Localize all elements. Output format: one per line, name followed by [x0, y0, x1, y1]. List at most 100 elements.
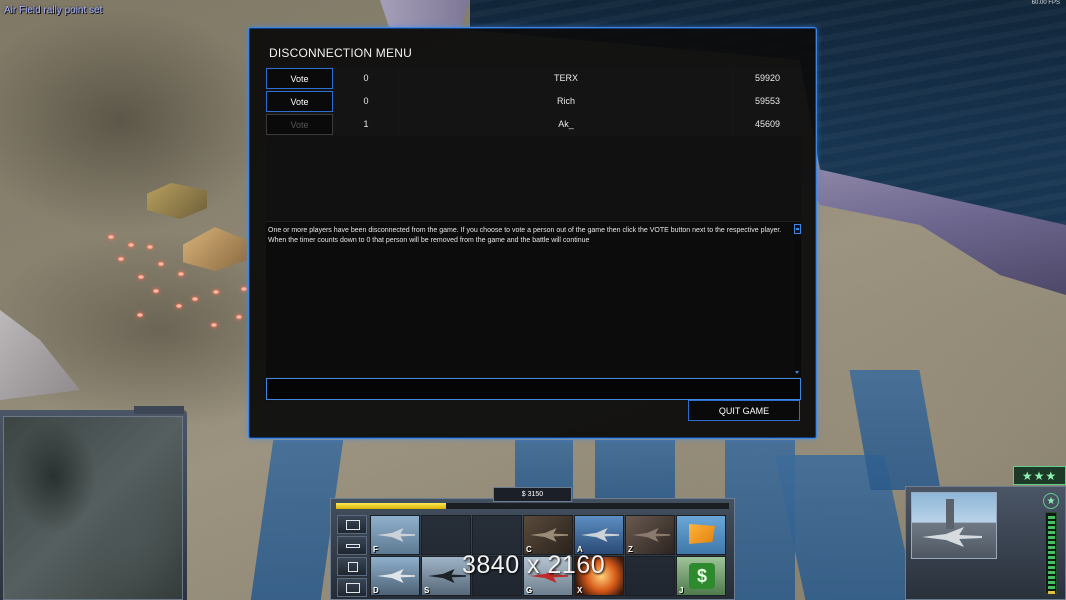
- build-slot[interactable]: F: [370, 515, 420, 555]
- scroll-thumb[interactable]: [794, 224, 801, 234]
- unit-marker: [158, 262, 164, 266]
- hotkey-label: S: [424, 586, 430, 595]
- player-timer: 45609: [734, 113, 801, 135]
- radar-tab: [134, 406, 184, 414]
- build-slot[interactable]: Z: [625, 515, 675, 555]
- rally-point-message: Air Field rally point set: [4, 5, 103, 16]
- resolution-watermark: 3840 x 2160: [462, 551, 606, 579]
- unit-marker: [241, 287, 247, 291]
- health-segment: [1048, 526, 1055, 529]
- build-slot[interactable]: $ J: [676, 556, 726, 596]
- stealth-bomber-icon: [428, 569, 466, 583]
- health-segment: [1048, 556, 1055, 559]
- health-segment: [1048, 571, 1055, 574]
- options-button[interactable]: [337, 515, 367, 534]
- quit-game-button[interactable]: QUIT GAME: [688, 400, 800, 421]
- vote-count: 1: [334, 113, 398, 135]
- health-segment: [1048, 591, 1055, 594]
- player-row: Vote 0 TERX 59920: [266, 67, 801, 89]
- player-row: Vote 0 Rich 59553: [266, 90, 801, 112]
- rock-outcrop: [0, 310, 80, 400]
- unit-marker: [137, 313, 143, 317]
- health-segment: [1048, 561, 1055, 564]
- helicopter-icon: [377, 569, 415, 583]
- keyboard-icon: [346, 583, 360, 593]
- vote-button[interactable]: Vote: [266, 91, 333, 112]
- power-bar-fill: [336, 503, 447, 509]
- power-bar: [336, 503, 729, 509]
- unit-portrait[interactable]: [911, 492, 997, 559]
- empty-slot: [625, 556, 675, 596]
- scroll-down-icon[interactable]: [794, 370, 801, 376]
- unit-marker: [153, 289, 159, 293]
- unit-marker: [211, 323, 217, 327]
- unit-marker: [178, 272, 184, 276]
- runway-stripe: [595, 440, 675, 500]
- hotkey-label: G: [526, 586, 533, 595]
- veterancy-star-icon: ★: [1043, 493, 1059, 509]
- unit-marker: [138, 275, 144, 279]
- build-slot[interactable]: [676, 515, 726, 555]
- airfield-tower: [946, 499, 954, 529]
- chat-input[interactable]: [266, 378, 801, 400]
- unit-marker: [128, 243, 134, 247]
- fighter-jet-icon: [581, 528, 619, 542]
- alert-icon: [348, 562, 358, 572]
- rank-stars: ★★★: [1013, 466, 1066, 485]
- health-segment: [1048, 516, 1055, 519]
- vote-count: 0: [334, 67, 398, 89]
- cliff-top: [380, 0, 470, 30]
- build-slot[interactable]: C: [523, 515, 573, 555]
- message-scrollbar[interactable]: [794, 224, 801, 376]
- unit-marker: [147, 245, 153, 249]
- health-segment: [1048, 586, 1055, 589]
- unit-marker: [213, 290, 219, 294]
- war-factory-building[interactable]: [147, 183, 207, 219]
- radar-minimap[interactable]: [3, 416, 183, 600]
- aircraft-icon: [530, 528, 568, 542]
- wrench-icon: [346, 544, 360, 548]
- health-segment: [1048, 546, 1055, 549]
- flag-icon: [689, 524, 715, 544]
- player-name: Rich: [400, 90, 732, 112]
- unit-marker: [176, 304, 182, 308]
- player-list-empty-area: [266, 136, 801, 221]
- player-list: Vote 0 TERX 59920 Vote 0 Rich 59553 Vote…: [266, 67, 801, 136]
- health-segment: [1048, 581, 1055, 584]
- hotkey-label: D: [373, 586, 379, 595]
- hotkey-label: X: [577, 586, 583, 595]
- unit-marker: [108, 235, 114, 239]
- health-segment: [1048, 576, 1055, 579]
- options-icon: [346, 520, 360, 530]
- vote-button[interactable]: Vote: [266, 68, 333, 89]
- keyboard-button[interactable]: [337, 578, 367, 597]
- empty-slot: [472, 515, 522, 555]
- message-box[interactable]: One or more players have been disconnect…: [266, 221, 801, 377]
- command-center-building[interactable]: [183, 227, 247, 271]
- player-timer: 59553: [734, 90, 801, 112]
- health-segment: [1048, 541, 1055, 544]
- dialog-title: DISCONNECTION MENU: [269, 46, 412, 60]
- player-name: Ak_: [400, 113, 732, 135]
- player-name: TERX: [400, 67, 732, 89]
- empty-slot: [421, 515, 471, 555]
- health-segment: [1048, 566, 1055, 569]
- unit-marker: [192, 297, 198, 301]
- alert-button[interactable]: [337, 557, 367, 576]
- disconnection-dialog: DISCONNECTION MENU Vote 0 TERX 59920 Vot…: [248, 27, 817, 439]
- hotkey-label: F: [373, 545, 378, 554]
- health-bar: [1045, 512, 1057, 594]
- build-slot[interactable]: A: [574, 515, 624, 555]
- vote-count: 0: [334, 90, 398, 112]
- player-timer: 59920: [734, 67, 801, 89]
- health-segment: [1048, 536, 1055, 539]
- player-row: Vote 1 Ak_ 45609: [266, 113, 801, 135]
- money-icon: $: [689, 563, 715, 589]
- repair-button[interactable]: [337, 536, 367, 555]
- helicopter-icon: [632, 528, 670, 542]
- build-slot[interactable]: D: [370, 556, 420, 596]
- vote-button: Vote: [266, 114, 333, 135]
- health-segment: [1048, 551, 1055, 554]
- fighter-jet-icon: [922, 527, 982, 547]
- disconnect-message: One or more players have been disconnect…: [268, 227, 782, 244]
